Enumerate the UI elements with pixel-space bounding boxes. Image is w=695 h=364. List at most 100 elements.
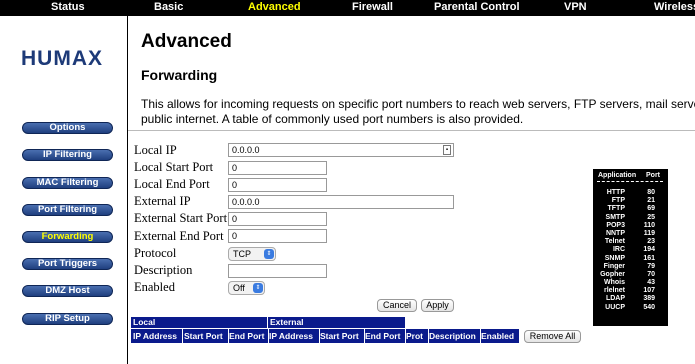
port-reference-app: POP3: [606, 221, 625, 229]
col-local-ip-address: IP Address: [133, 331, 177, 341]
description-label: Description: [134, 263, 193, 277]
port-reference-app: rlelnet: [603, 287, 625, 295]
sidebar-item-port-filtering[interactable]: Port Filtering: [22, 204, 113, 216]
local-ip-label: Local IP: [134, 143, 177, 157]
col-separator: [182, 329, 183, 343]
divider: [128, 130, 695, 131]
apply-button[interactable]: Apply: [421, 299, 454, 312]
port-reference-row: POP3 110: [593, 222, 668, 230]
protocol-select[interactable]: TCP ⇕: [228, 247, 276, 261]
port-reference-app: Telnet: [604, 238, 625, 246]
port-reference-app: SMTP: [605, 213, 625, 221]
port-reference-port: 25: [647, 213, 655, 221]
top-nav: Status Basic Advanced Firewall Parental …: [0, 0, 695, 16]
sidebar-item-options[interactable]: Options: [22, 122, 113, 134]
protocol-label: Protocol: [134, 246, 177, 260]
port-reference-app: HTTP: [606, 189, 625, 196]
port-reference-port: 70: [647, 270, 655, 278]
port-reference-row: SNMP 161: [593, 255, 668, 263]
tab-basic[interactable]: Basic: [154, 1, 183, 13]
port-reference-divider: [597, 181, 663, 182]
sidebar-item-dmz-host[interactable]: DMZ Host: [22, 285, 113, 297]
port-reference-port: 540: [643, 303, 655, 311]
common-ports-reference: Application Port HTTP 80 FTP 21 TFTP 69 SMTP 25…: [593, 169, 668, 326]
description-line-2: public internet. A table of commonly use…: [141, 112, 524, 126]
port-reference-row: SMTP 25: [593, 214, 668, 222]
port-reference-app: Gopher: [600, 270, 625, 278]
sidebar-item-rip-setup[interactable]: RIP Setup: [22, 313, 113, 325]
external-end-port-input[interactable]: 0: [228, 229, 327, 243]
port-reference-port: 161: [643, 254, 655, 262]
port-reference-row: TFTP 69: [593, 205, 668, 213]
col-external-start-port: Start Port: [320, 331, 359, 341]
tab-parental-control[interactable]: Parental Control: [434, 1, 520, 13]
port-reference-header-application: Application: [598, 172, 637, 179]
external-start-port-input[interactable]: 0: [228, 212, 327, 226]
port-reference-port: 43: [647, 279, 655, 287]
col-protocol: Prot: [406, 331, 423, 341]
port-reference-row: FTP 21: [593, 197, 668, 205]
table-group-external: External: [268, 317, 405, 328]
sidebar-item-forwarding[interactable]: Forwarding: [22, 231, 113, 243]
enabled-select[interactable]: Off ⇕: [228, 281, 265, 295]
port-reference-row: Telnet 23: [593, 238, 668, 246]
port-reference-port: 21: [647, 197, 655, 205]
port-reference-app: LDAP: [605, 295, 625, 303]
col-external-end-port: End Port: [365, 331, 401, 341]
tab-wireless[interactable]: Wireless: [654, 1, 695, 13]
tab-status[interactable]: Status: [51, 1, 85, 13]
external-ip-label: External IP: [134, 194, 191, 208]
description-input[interactable]: [228, 264, 327, 278]
cancel-button[interactable]: Cancel: [377, 299, 417, 312]
col-local-end-port: End Port: [229, 331, 265, 341]
port-reference-row: Finger 79: [593, 263, 668, 271]
humax-logo: HUMAX: [21, 47, 103, 70]
port-reference-row: HTTP 80: [593, 189, 668, 197]
page-description: This allows for incoming requests on spe…: [141, 97, 695, 127]
local-end-port-label: Local End Port: [134, 177, 210, 191]
port-reference-app: Finger: [603, 262, 625, 270]
local-start-port-label: Local Start Port: [134, 160, 214, 174]
port-reference-row: UUCP 540: [593, 304, 668, 312]
enabled-label: Enabled: [134, 280, 175, 294]
external-ip-input[interactable]: 0.0.0.0: [228, 195, 454, 209]
sidebar-divider: [127, 16, 128, 364]
port-reference-app: SNMP: [604, 254, 625, 262]
port-reference-row: Whois 43: [593, 279, 668, 287]
enabled-value: Off: [233, 283, 245, 293]
tab-vpn[interactable]: VPN: [564, 1, 587, 13]
port-reference-row: NNTP 119: [593, 230, 668, 238]
contacts-picker-icon[interactable]: ▪: [443, 145, 451, 155]
external-end-port-label: External End Port: [134, 229, 224, 243]
port-reference-app: FTP: [611, 197, 625, 205]
port-reference-port: 389: [643, 295, 655, 303]
col-description: Description: [429, 331, 476, 341]
local-start-port-input[interactable]: 0: [228, 161, 327, 175]
col-local-start-port: Start Port: [184, 331, 223, 341]
port-reference-row: IRC 194: [593, 246, 668, 254]
tab-advanced[interactable]: Advanced: [248, 1, 301, 13]
local-end-port-input[interactable]: 0: [228, 178, 327, 192]
local-ip-input[interactable]: 0.0.0.0 ▪: [228, 143, 454, 157]
port-reference-port: 23: [647, 238, 655, 246]
port-reference-list: HTTP 80 FTP 21 TFTP 69 SMTP 25 POP3 110 NNTP 119 Tel…: [593, 189, 668, 312]
sidebar-item-port-triggers[interactable]: Port Triggers: [22, 258, 113, 270]
tab-firewall[interactable]: Firewall: [352, 1, 393, 13]
port-reference-app: TFTP: [607, 205, 626, 213]
port-reference-row: rlelnet 107: [593, 287, 668, 295]
port-reference-app: NNTP: [605, 229, 625, 237]
port-reference-port: 110: [643, 221, 655, 229]
col-external-ip-address: IP Address: [269, 331, 313, 341]
sidebar-item-ip-filtering[interactable]: IP Filtering: [22, 149, 113, 161]
page-title: Advanced: [141, 31, 232, 52]
port-reference-app: IRC: [612, 246, 625, 254]
chevron-updown-icon: ⇕: [264, 249, 274, 259]
remove-all-button[interactable]: Remove All: [524, 330, 581, 343]
port-reference-port: 107: [643, 287, 655, 295]
chevron-updown-icon: ⇕: [253, 283, 263, 293]
local-ip-value: 0.0.0.0: [232, 145, 260, 155]
protocol-value: TCP: [233, 249, 251, 259]
section-title: Forwarding: [141, 67, 218, 83]
port-reference-row: LDAP 389: [593, 295, 668, 303]
sidebar-item-mac-filtering[interactable]: MAC Filtering: [22, 177, 113, 189]
